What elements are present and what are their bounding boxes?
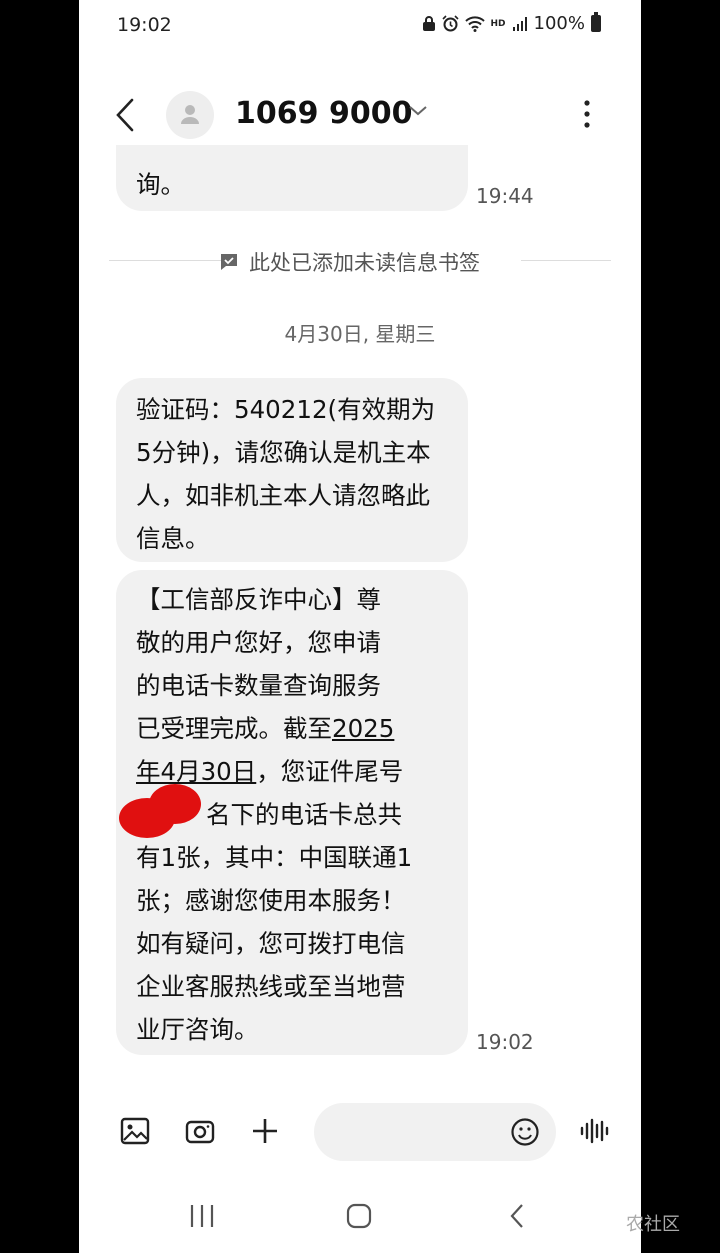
redaction-scribble: [119, 784, 201, 838]
lock-icon: [422, 15, 435, 31]
divider-line: [521, 260, 611, 261]
message-line: 有1张，其中：中国联通1: [136, 843, 413, 872]
divider-line: [109, 260, 229, 261]
message-bubble[interactable]: 询。: [116, 145, 468, 211]
message-text-part: ，您证件尾号: [256, 757, 404, 786]
battery-icon: [591, 12, 601, 32]
message-line: 敬的用户您好，您申请: [136, 628, 381, 657]
phone-screen: 19:02 HD 100% 1069 9000 询。 19:44 此处已添加未读…: [79, 0, 641, 1253]
status-icons: HD 100%: [422, 12, 601, 34]
voice-icon[interactable]: [579, 1116, 611, 1146]
home-icon[interactable]: [345, 1202, 373, 1230]
date-link[interactable]: 2025: [332, 714, 394, 743]
plus-icon[interactable]: [250, 1116, 280, 1146]
hd-label: HD: [490, 18, 506, 29]
avatar[interactable]: [166, 91, 214, 139]
message-input-bar: [79, 1100, 641, 1164]
contact-title[interactable]: 1069 9000: [235, 96, 412, 131]
message-text-part: 名下的电话卡总共: [206, 800, 402, 829]
message-line: 【工信部反诈中心】尊: [136, 585, 381, 614]
chevron-down-icon[interactable]: [407, 104, 429, 118]
unread-bookmark-divider: 此处已添加未读信息书签: [109, 247, 611, 275]
message-text-input[interactable]: [314, 1103, 556, 1161]
back-icon[interactable]: [507, 1202, 527, 1230]
message-line: 企业客服热线或至当地营: [136, 972, 406, 1001]
wifi-icon: [464, 15, 485, 32]
signal-icon: [512, 16, 527, 31]
status-bar: 19:02 HD 100%: [79, 0, 641, 52]
alarm-icon: [441, 15, 459, 32]
gallery-icon[interactable]: [120, 1116, 150, 1146]
system-nav-bar: [79, 1185, 641, 1253]
bookmark-text: 此处已添加未读信息书签: [249, 251, 480, 275]
watermark: 农社区: [626, 1214, 680, 1235]
avatar-person-icon: [181, 105, 199, 124]
date-separator: 4月30日, 星期三: [284, 322, 436, 346]
conversation-header: 1069 9000: [79, 82, 641, 152]
message-line: 已受理完成。截至2025: [136, 707, 448, 750]
battery-text: 100%: [533, 13, 585, 34]
message-line: 如有疑问，您可拨打电信: [136, 929, 406, 958]
message-time: 19:02: [476, 1030, 534, 1054]
more-vertical-icon[interactable]: [579, 98, 595, 130]
message-bubble[interactable]: 验证码：540212(有效期为5分钟)，请您确认是机主本人，如非机主本人请忽略此…: [116, 378, 468, 562]
bookmark-label: 此处已添加未读信息书签: [219, 247, 480, 277]
message-text: 询。: [136, 170, 185, 199]
camera-icon[interactable]: [185, 1116, 215, 1146]
emoji-icon[interactable]: [510, 1117, 540, 1147]
message-line: 业厅咨询。: [136, 1015, 259, 1044]
message-line: 张；感谢您使用本服务！: [136, 886, 406, 915]
recents-icon[interactable]: [187, 1203, 217, 1229]
message-line: 的电话卡数量查询服务: [136, 671, 381, 700]
message-text: 验证码：540212(有效期为5分钟)，请您确认是机主本人，如非机主本人请忽略此…: [136, 395, 436, 553]
bookmark-message-icon: [221, 254, 237, 270]
status-time: 19:02: [117, 14, 172, 36]
message-text-part: 已受理完成。截至: [136, 714, 332, 743]
message-time: 19:44: [476, 184, 534, 208]
back-arrow-icon[interactable]: [115, 98, 135, 132]
